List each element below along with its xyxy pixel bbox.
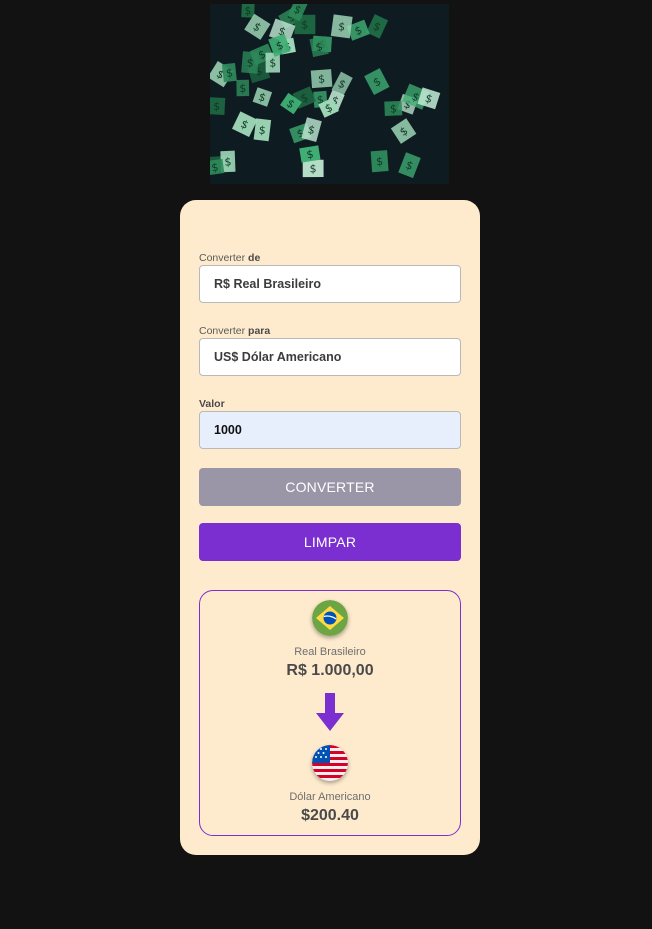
convert-button[interactable]: CONVERTER — [199, 468, 461, 506]
money-bill: $ — [253, 118, 272, 142]
amount-input[interactable]: 1000 — [199, 411, 461, 449]
from-label: Converter de — [199, 252, 261, 264]
svg-text:$: $ — [310, 162, 317, 175]
svg-text:$: $ — [376, 155, 384, 168]
money-bill: $ — [330, 14, 353, 39]
from-currency-select[interactable]: R$ Real Brasileiro — [199, 265, 461, 303]
money-bill: $ — [210, 97, 226, 115]
amount-label: Valor — [199, 398, 225, 410]
money-bill: $ — [299, 145, 321, 163]
usa-flag-icon — [312, 745, 348, 781]
money-bill: $ — [241, 4, 255, 18]
source-currency-value: R$ 1.000,00 — [286, 662, 374, 679]
conversion-result: Real Brasileiro R$ 1.000,00 Dólar Americ… — [199, 590, 461, 836]
svg-text:$: $ — [301, 18, 308, 31]
money-bill: $ — [210, 158, 225, 176]
svg-text:$: $ — [246, 56, 254, 70]
from-currency-value: R$ Real Brasileiro — [214, 277, 321, 291]
arrow-down-icon — [316, 693, 344, 738]
money-bill: $ — [302, 159, 324, 178]
svg-text:$: $ — [213, 100, 221, 113]
svg-text:$: $ — [269, 57, 276, 70]
convert-button-label: CONVERTER — [285, 479, 375, 495]
to-label: Converter para — [199, 325, 271, 337]
svg-text:$: $ — [389, 102, 397, 115]
source-currency-name: Real Brasileiro — [294, 646, 366, 658]
money-bill: $ — [310, 69, 333, 89]
svg-text:$: $ — [244, 4, 252, 17]
target-currency-name: Dólar Americano — [289, 791, 371, 803]
svg-text:$: $ — [318, 72, 326, 85]
amount-value: 1000 — [214, 423, 242, 437]
to-currency-select[interactable]: US$ Dólar Americano — [199, 338, 461, 376]
target-currency-value: $200.40 — [301, 807, 359, 824]
money-bill: $ — [236, 79, 250, 97]
svg-text:$: $ — [225, 66, 233, 80]
money-bill: $ — [384, 100, 403, 117]
money-rain-image: $ $ $ $ $ $ $ $ $ $ $ $ $ $ $ $ $ $ $ $ $ $ $ $ $ $ $ $ $ $ $ $ $ $ $ $ $ $ $ $… — [210, 4, 449, 184]
svg-text:$: $ — [224, 155, 231, 168]
clear-button-label: LIMPAR — [303, 534, 357, 550]
brazil-flag-icon — [312, 600, 348, 636]
to-currency-value: US$ Dólar Americano — [214, 350, 342, 364]
clear-button[interactable]: LIMPAR — [199, 523, 461, 561]
money-bill: $ — [221, 63, 237, 83]
svg-text:$: $ — [239, 82, 246, 95]
converter-card: Converter de R$ Real Brasileiro Converte… — [180, 200, 480, 855]
money-bill: $ — [370, 150, 389, 173]
money-bill: $ — [241, 51, 260, 74]
